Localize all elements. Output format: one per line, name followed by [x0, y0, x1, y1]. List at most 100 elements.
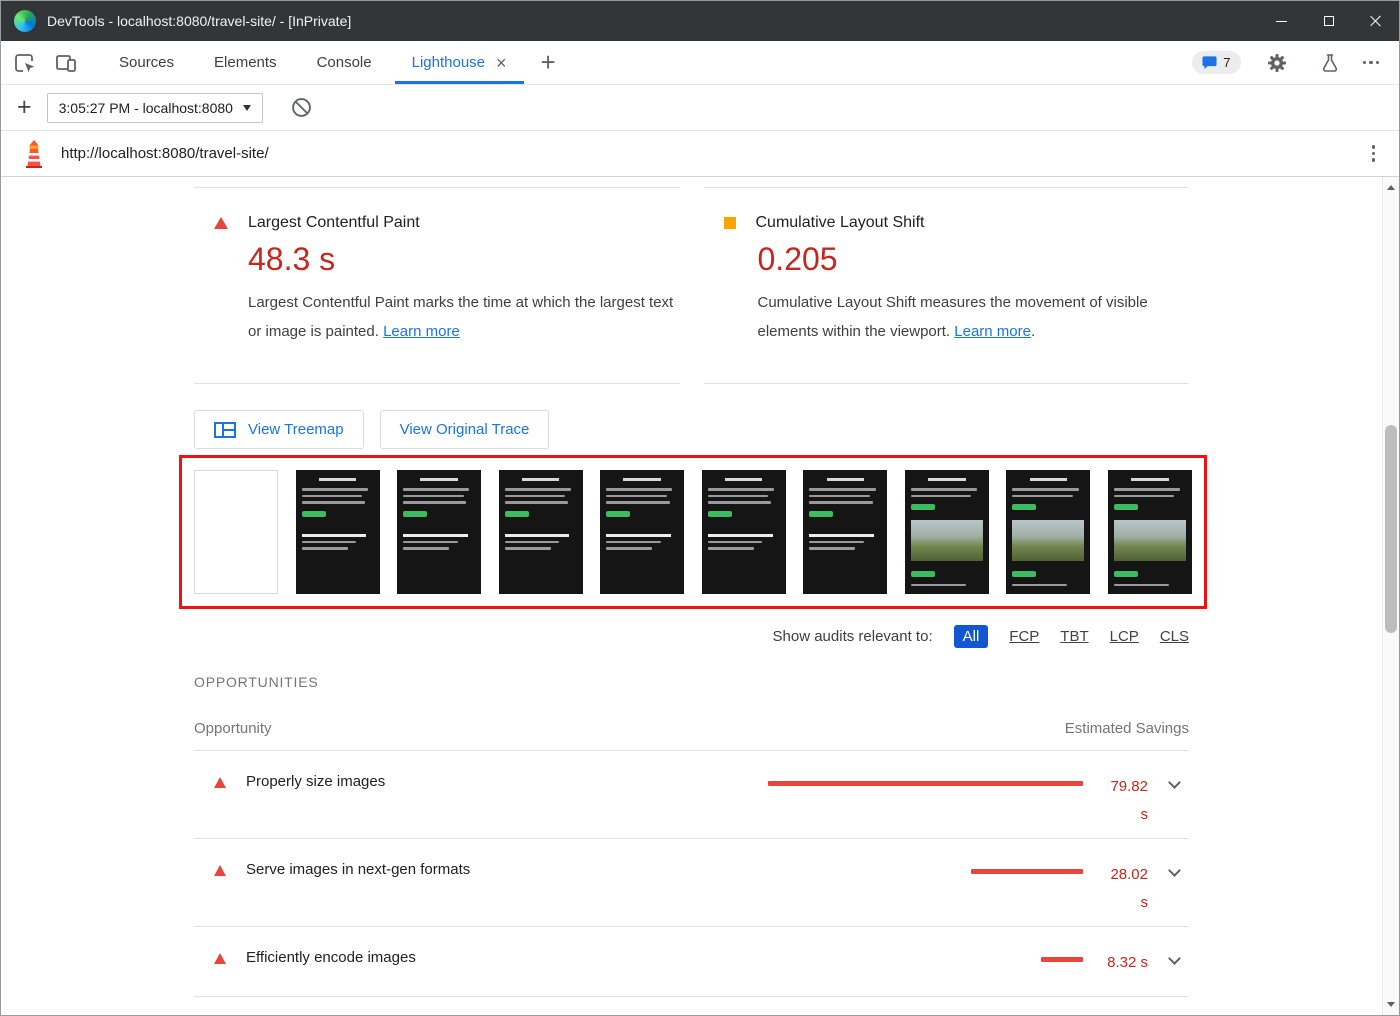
- report-selector-label: 3:05:27 PM - localhost:8080: [59, 100, 233, 116]
- filmstrip-highlight-annotation: [179, 455, 1207, 609]
- filmstrip-thumbnail-photo: [1108, 470, 1192, 594]
- opportunity-label: Properly size images: [246, 773, 385, 790]
- opportunity-row-properly-size-images[interactable]: Properly size images 79.82 s: [194, 751, 1189, 839]
- metric-cls: Cumulative Layout Shift 0.205 Cumulative…: [704, 187, 1190, 384]
- report-content: Largest Contentful Paint 48.3 s Largest …: [1, 177, 1399, 1015]
- metric-description: Cumulative Layout Shift measures the mov…: [758, 289, 1188, 346]
- thumb-text-line: [403, 541, 458, 544]
- opportunity-row-efficiently-encode-images[interactable]: Efficiently encode images 8.32 s: [194, 927, 1189, 997]
- report-options-button[interactable]: [1366, 140, 1382, 167]
- thumb-photo: [911, 520, 983, 561]
- thumb-logo-line: [725, 478, 762, 481]
- maximize-button[interactable]: [1305, 1, 1352, 41]
- opportunities-table-header: Opportunity Estimated Savings: [194, 720, 1189, 751]
- filmstrip-thumbnail-dark: [397, 470, 481, 594]
- thumb-text-line: [606, 541, 661, 544]
- dot-icon: [1376, 61, 1380, 65]
- thumb-button: [1012, 571, 1036, 577]
- metric-description: Largest Contentful Paint marks the time …: [248, 289, 678, 346]
- close-icon: [1370, 15, 1382, 27]
- thumb-text-line: [708, 547, 754, 550]
- fail-triangle-icon: [214, 865, 226, 876]
- thumb-text-line: [505, 488, 571, 491]
- chevron-down-icon[interactable]: [1168, 952, 1181, 965]
- more-tabs-button[interactable]: +: [527, 41, 570, 84]
- filter-link-lcp[interactable]: LCP: [1110, 628, 1139, 645]
- thumb-text-line: [505, 541, 560, 544]
- thumb-text-line: [1012, 495, 1072, 498]
- device-toolbar-button[interactable]: [49, 46, 83, 80]
- thumb-text-line: [1114, 488, 1180, 491]
- fail-triangle-icon: [214, 777, 226, 788]
- filter-chip-all[interactable]: All: [954, 625, 989, 648]
- tab-close-icon[interactable]: ×: [496, 54, 507, 72]
- opportunity-row-next-gen-formats[interactable]: Serve images in next-gen formats 28.02 s: [194, 839, 1189, 927]
- metric-value: 0.205: [758, 241, 1190, 278]
- feedback-button[interactable]: 7: [1192, 51, 1240, 74]
- savings-bar: [1041, 957, 1083, 962]
- thumb-caption-line: [302, 534, 367, 537]
- thumb-button: [302, 511, 326, 517]
- new-report-button[interactable]: +: [17, 95, 32, 120]
- tab-lighthouse[interactable]: Lighthouse ×: [392, 41, 527, 84]
- thumb-text-line: [302, 488, 368, 491]
- device-toolbar-icon: [55, 52, 77, 74]
- minimize-button[interactable]: [1258, 1, 1305, 41]
- dot-icon: [1369, 61, 1373, 65]
- thumb-button: [1012, 504, 1036, 510]
- edge-devtools-app-icon: [14, 10, 36, 32]
- filter-link-fcp[interactable]: FCP: [1009, 628, 1039, 645]
- metric-label: Cumulative Layout Shift: [756, 214, 925, 232]
- lighthouse-logo-icon: [23, 140, 45, 168]
- thumb-text-line: [606, 488, 672, 491]
- lighthouse-toolbar: + 3:05:27 PM - localhost:8080: [1, 85, 1399, 131]
- minimize-icon: [1276, 21, 1287, 22]
- view-treemap-button[interactable]: View Treemap: [194, 410, 364, 449]
- thumb-text-line: [911, 488, 977, 491]
- thumb-photo: [1012, 520, 1084, 561]
- settings-button[interactable]: [1260, 46, 1294, 80]
- window-controls: [1258, 1, 1399, 41]
- filter-link-cls[interactable]: CLS: [1160, 628, 1189, 645]
- tab-sources[interactable]: Sources: [99, 41, 194, 84]
- opportunity-label: Serve images in next-gen formats: [246, 861, 470, 878]
- thumb-text-line: [911, 495, 971, 498]
- clear-reports-button[interactable]: [285, 91, 319, 125]
- filter-link-tbt[interactable]: TBT: [1060, 628, 1088, 645]
- audit-filters: Show audits relevant to: All FCP TBT LCP…: [194, 625, 1189, 648]
- chevron-down-icon[interactable]: [1168, 864, 1181, 877]
- vertical-scrollbar[interactable]: [1382, 177, 1399, 1015]
- average-square-icon: [724, 217, 736, 229]
- tab-elements[interactable]: Elements: [194, 41, 297, 84]
- thumb-text-line: [708, 495, 768, 498]
- thumb-button: [403, 511, 427, 517]
- metric-description-text: Largest Contentful Paint marks the time …: [248, 294, 673, 340]
- filmstrip-thumbnail-dark: [803, 470, 887, 594]
- experiments-flask-icon: [1320, 53, 1340, 73]
- thumb-text-line: [708, 501, 771, 504]
- close-button[interactable]: [1352, 1, 1399, 41]
- view-original-trace-button[interactable]: View Original Trace: [380, 410, 550, 449]
- chevron-down-icon[interactable]: [1168, 776, 1181, 789]
- inspect-element-button[interactable]: [8, 46, 42, 80]
- metric-description-suffix: .: [1031, 323, 1035, 340]
- report-selector-dropdown[interactable]: 3:05:27 PM - localhost:8080: [47, 93, 263, 123]
- thumb-button: [505, 511, 529, 517]
- learn-more-link[interactable]: Learn more: [383, 323, 460, 340]
- window-title: DevTools - localhost:8080/travel-site/ -…: [47, 13, 351, 29]
- experiments-button[interactable]: [1313, 46, 1347, 80]
- scrollbar-thumb[interactable]: [1385, 425, 1397, 633]
- scroll-up-button[interactable]: [1383, 179, 1399, 196]
- chat-bubble-icon: [1202, 55, 1217, 70]
- thumb-logo-line: [623, 478, 660, 481]
- savings-bar-track: [762, 781, 1083, 786]
- thumb-text-line: [809, 547, 855, 550]
- filters-label: Show audits relevant to:: [773, 628, 933, 645]
- tab-console[interactable]: Console: [297, 41, 392, 84]
- tab-label: Elements: [214, 54, 277, 71]
- savings-bar-track: [762, 869, 1083, 874]
- scroll-down-button[interactable]: [1383, 996, 1399, 1013]
- learn-more-link[interactable]: Learn more: [954, 323, 1031, 340]
- more-options-button[interactable]: [1359, 55, 1384, 71]
- metrics-section: Largest Contentful Paint 48.3 s Largest …: [194, 187, 1189, 384]
